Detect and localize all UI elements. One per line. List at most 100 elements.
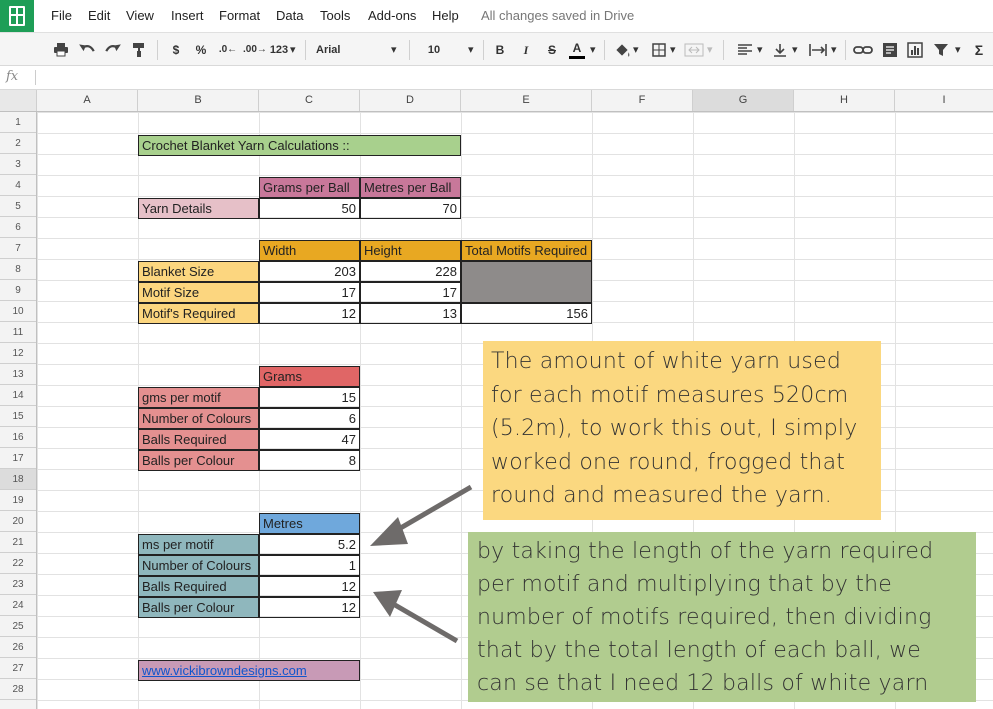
metres-per-ball-value[interactable]: 70	[360, 198, 461, 219]
increase-decimals-button[interactable]: .00→	[243, 41, 267, 59]
yarn-details-label[interactable]: Yarn Details	[138, 198, 259, 219]
row-header-12[interactable]: 12	[0, 343, 36, 364]
undo-icon[interactable]	[78, 41, 96, 59]
font-family-dropdown[interactable]: Arial	[316, 41, 356, 59]
currency-button[interactable]: $	[170, 41, 182, 59]
blanket-height-value[interactable]: 228	[360, 261, 461, 282]
row-header-6[interactable]: 6	[0, 217, 36, 238]
blanket-width-value[interactable]: 203	[259, 261, 360, 282]
metres-balls-per-colour-value[interactable]: 12	[259, 597, 360, 618]
menu-view[interactable]: View	[126, 8, 154, 23]
fill-color-icon[interactable]	[613, 41, 631, 59]
paint-format-icon[interactable]	[131, 41, 147, 59]
row-header-13[interactable]: 13	[0, 364, 36, 385]
gms-per-motif-label[interactable]: gms per motif	[138, 387, 259, 408]
column-header-d[interactable]: D	[360, 90, 461, 111]
functions-button[interactable]: Σ	[972, 41, 986, 59]
row-header-26[interactable]: 26	[0, 637, 36, 658]
grams-header[interactable]: Grams	[259, 366, 360, 387]
insert-comment-icon[interactable]	[882, 41, 898, 59]
row-header-9[interactable]: 9	[0, 280, 36, 301]
menu-insert[interactable]: Insert	[171, 8, 204, 23]
grams-per-ball-header[interactable]: Grams per Ball	[259, 177, 360, 198]
decrease-decimals-button[interactable]: .0←	[218, 41, 238, 59]
height-header[interactable]: Height	[360, 240, 461, 261]
strikethrough-button[interactable]: S	[545, 41, 559, 59]
percent-button[interactable]: %	[194, 41, 208, 59]
print-icon[interactable]	[53, 41, 69, 59]
row-header-25[interactable]: 25	[0, 616, 36, 637]
row-header-2[interactable]: 2	[0, 133, 36, 154]
row-header-18[interactable]: 18	[0, 469, 36, 490]
grams-balls-per-colour-label[interactable]: Balls per Colour	[138, 450, 259, 471]
redo-icon[interactable]	[104, 41, 122, 59]
row-header-27[interactable]: 27	[0, 658, 36, 679]
text-wrap-icon[interactable]	[808, 41, 828, 59]
number-format-dropdown[interactable]: 123	[268, 41, 290, 59]
menu-file[interactable]: File	[51, 8, 72, 23]
formula-input[interactable]	[44, 70, 984, 86]
filter-icon[interactable]	[933, 41, 949, 59]
row-header-10[interactable]: 10	[0, 301, 36, 322]
metres-colours-label[interactable]: Number of Colours	[138, 555, 259, 576]
website-link-cell[interactable]: www.vickibrowndesigns.com	[138, 660, 360, 681]
motif-size-label[interactable]: Motif Size	[138, 282, 259, 303]
row-header-24[interactable]: 24	[0, 595, 36, 616]
width-header[interactable]: Width	[259, 240, 360, 261]
metres-balls-per-colour-label[interactable]: Balls per Colour	[138, 597, 259, 618]
metres-balls-required-label[interactable]: Balls Required	[138, 576, 259, 597]
motif-height-value[interactable]: 17	[360, 282, 461, 303]
motifs-required-height[interactable]: 13	[360, 303, 461, 324]
column-header-e[interactable]: E	[461, 90, 592, 111]
select-all-corner[interactable]	[0, 90, 37, 111]
title-cell[interactable]: Crochet Blanket Yarn Calculations ::	[138, 135, 461, 156]
font-size-dropdown[interactable]: 10	[426, 41, 442, 59]
row-header-22[interactable]: 22	[0, 553, 36, 574]
ms-per-motif-label[interactable]: ms per motif	[138, 534, 259, 555]
row-header-7[interactable]: 7	[0, 238, 36, 259]
row-header-23[interactable]: 23	[0, 574, 36, 595]
row-header-16[interactable]: 16	[0, 427, 36, 448]
column-header-b[interactable]: B	[138, 90, 259, 111]
ms-per-motif-value[interactable]: 5.2	[259, 534, 360, 555]
insert-chart-icon[interactable]	[907, 41, 923, 59]
menu-format[interactable]: Format	[219, 8, 260, 23]
grams-balls-required-value[interactable]: 47	[259, 429, 360, 450]
text-color-button[interactable]: A	[569, 41, 585, 59]
grams-colours-label[interactable]: Number of Colours	[138, 408, 259, 429]
merge-cells-icon[interactable]	[684, 41, 704, 59]
menu-add-ons[interactable]: Add-ons	[368, 8, 416, 23]
row-header-1[interactable]: 1	[0, 112, 36, 133]
row-header-14[interactable]: 14	[0, 385, 36, 406]
metres-balls-required-value[interactable]: 12	[259, 576, 360, 597]
motifs-required-label[interactable]: Motif's Required	[138, 303, 259, 324]
row-header-11[interactable]: 11	[0, 322, 36, 343]
grey-filled-cells[interactable]	[461, 261, 592, 303]
row-header-20[interactable]: 20	[0, 511, 36, 532]
row-header-4[interactable]: 4	[0, 175, 36, 196]
bold-button[interactable]: B	[493, 41, 507, 59]
row-header-8[interactable]: 8	[0, 259, 36, 280]
metres-header[interactable]: Metres	[259, 513, 360, 534]
row-header-17[interactable]: 17	[0, 448, 36, 469]
row-header-15[interactable]: 15	[0, 406, 36, 427]
menu-help[interactable]: Help	[432, 8, 459, 23]
column-header-h[interactable]: H	[794, 90, 895, 111]
total-motifs-header[interactable]: Total Motifs Required	[461, 240, 592, 261]
menu-data[interactable]: Data	[276, 8, 303, 23]
grams-balls-per-colour-value[interactable]: 8	[259, 450, 360, 471]
vertical-align-icon[interactable]	[772, 41, 788, 59]
insert-link-icon[interactable]	[853, 41, 873, 59]
sheets-logo-icon[interactable]	[0, 0, 34, 32]
gms-per-motif-value[interactable]: 15	[259, 387, 360, 408]
website-link[interactable]: www.vickibrowndesigns.com	[142, 663, 307, 678]
borders-icon[interactable]	[652, 41, 666, 59]
grams-per-ball-value[interactable]: 50	[259, 198, 360, 219]
total-motifs-value[interactable]: 156	[461, 303, 592, 324]
grams-colours-value[interactable]: 6	[259, 408, 360, 429]
italic-button[interactable]: I	[519, 41, 533, 59]
motifs-required-width[interactable]: 12	[259, 303, 360, 324]
row-header-19[interactable]: 19	[0, 490, 36, 511]
motif-width-value[interactable]: 17	[259, 282, 360, 303]
column-header-i[interactable]: I	[895, 90, 993, 111]
